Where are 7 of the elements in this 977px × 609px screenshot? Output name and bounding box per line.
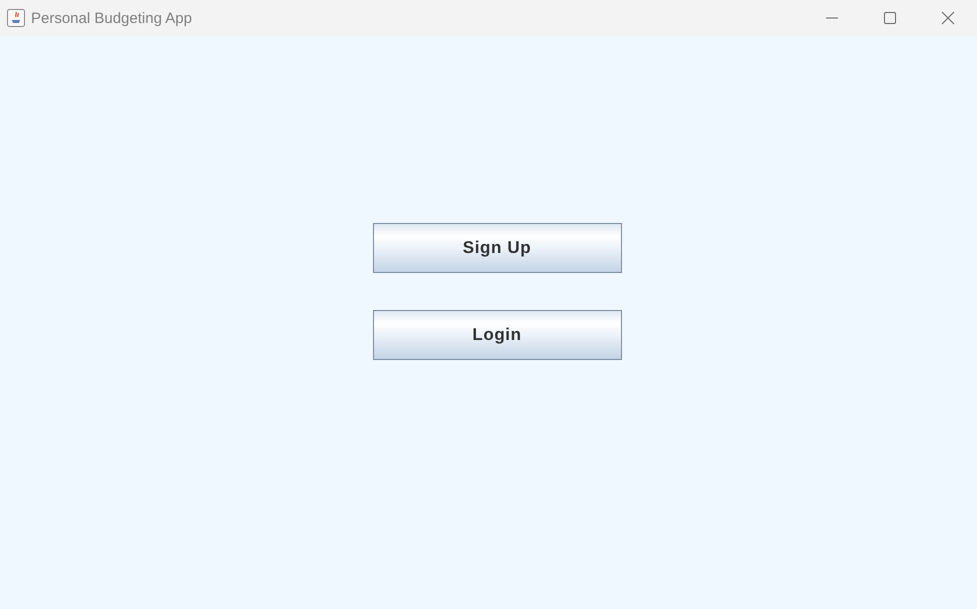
login-button[interactable]: Login <box>372 310 622 360</box>
maximize-icon <box>884 12 896 24</box>
window-title: Personal Budgeting App <box>31 10 193 26</box>
close-icon <box>941 11 955 25</box>
minimize-icon <box>826 17 838 19</box>
app-icon <box>7 9 25 27</box>
sign-up-button[interactable]: Sign Up <box>372 223 622 273</box>
